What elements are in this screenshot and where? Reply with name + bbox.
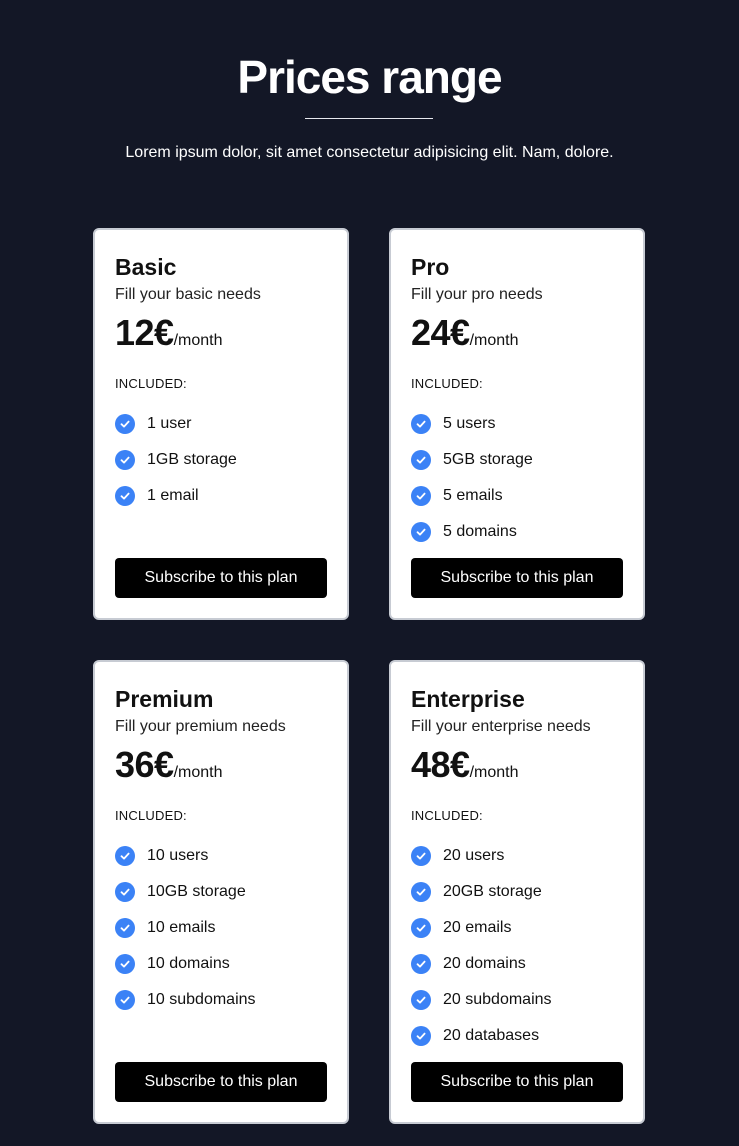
- feature-label: 10 emails: [147, 919, 216, 936]
- price-period: /month: [173, 332, 223, 349]
- feature-item: 5 emails: [411, 478, 533, 514]
- subscribe-button[interactable]: Subscribe to this plan: [115, 1062, 327, 1102]
- price-amount: 48€: [411, 744, 470, 785]
- included-label: INCLUDED:: [411, 808, 483, 823]
- price-amount: 24€: [411, 312, 470, 353]
- feature-list: 20 users 20GB storage 20 emails 20 domai…: [411, 838, 552, 1054]
- feature-label: 5GB storage: [443, 451, 533, 468]
- plan-name: Basic: [115, 254, 177, 280]
- plan-description: Fill your enterprise needs: [411, 718, 591, 735]
- feature-list: 5 users 5GB storage 5 emails 5 domains: [411, 406, 533, 550]
- check-circle-icon: [411, 882, 431, 902]
- check-circle-icon: [115, 918, 135, 938]
- plan-name: Enterprise: [411, 686, 525, 712]
- feature-item: 5 users: [411, 406, 533, 442]
- page-subtitle: Lorem ipsum dolor, sit amet consectetur …: [125, 144, 614, 161]
- plan-description: Fill your pro needs: [411, 286, 543, 303]
- title-divider: [305, 118, 433, 119]
- check-circle-icon: [411, 846, 431, 866]
- feature-label: 20 databases: [443, 1027, 540, 1044]
- check-circle-icon: [115, 414, 135, 434]
- feature-label: 10GB storage: [147, 883, 246, 900]
- feature-item: 10 users: [115, 838, 256, 874]
- check-circle-icon: [411, 450, 431, 470]
- feature-label: 10 domains: [147, 955, 230, 972]
- plan-name: Pro: [411, 254, 450, 280]
- check-circle-icon: [115, 486, 135, 506]
- feature-item: 1 email: [115, 478, 237, 514]
- plan-description: Fill your premium needs: [115, 718, 286, 735]
- plan-card-enterprise: Enterprise Fill your enterprise needs 48…: [389, 660, 645, 1124]
- check-circle-icon: [411, 990, 431, 1010]
- subscribe-button[interactable]: Subscribe to this plan: [115, 558, 327, 598]
- check-circle-icon: [411, 486, 431, 506]
- feature-label: 5 emails: [443, 487, 503, 504]
- feature-item: 1 user: [115, 406, 237, 442]
- feature-label: 5 domains: [443, 523, 517, 540]
- feature-item: 5 domains: [411, 514, 533, 550]
- check-circle-icon: [115, 990, 135, 1010]
- feature-label: 20 domains: [443, 955, 526, 972]
- check-circle-icon: [411, 522, 431, 542]
- pricing-page: Prices range Lorem ipsum dolor, sit amet…: [0, 0, 739, 1146]
- feature-item: 20 subdomains: [411, 982, 552, 1018]
- plan-price: 24€/month: [411, 313, 519, 361]
- feature-item: 10 domains: [115, 946, 256, 982]
- check-circle-icon: [115, 846, 135, 866]
- check-circle-icon: [411, 414, 431, 434]
- plan-card-pro: Pro Fill your pro needs 24€/month INCLUD…: [389, 228, 645, 620]
- feature-item: 20 domains: [411, 946, 552, 982]
- feature-label: 1 user: [147, 415, 192, 432]
- plan-description: Fill your basic needs: [115, 286, 261, 303]
- subscribe-button[interactable]: Subscribe to this plan: [411, 558, 623, 598]
- feature-item: 10 subdomains: [115, 982, 256, 1018]
- feature-label: 20GB storage: [443, 883, 542, 900]
- plan-card-basic: Basic Fill your basic needs 12€/month IN…: [93, 228, 349, 620]
- feature-label: 5 users: [443, 415, 496, 432]
- feature-label: 20 subdomains: [443, 991, 552, 1008]
- check-circle-icon: [115, 450, 135, 470]
- plan-card-premium: Premium Fill your premium needs 36€/mont…: [93, 660, 349, 1124]
- feature-item: 20 emails: [411, 910, 552, 946]
- feature-item: 20 databases: [411, 1018, 552, 1054]
- price-period: /month: [469, 332, 519, 349]
- feature-list: 10 users 10GB storage 10 emails 10 domai…: [115, 838, 256, 1018]
- plan-price: 48€/month: [411, 745, 519, 793]
- feature-label: 10 users: [147, 847, 209, 864]
- check-circle-icon: [115, 882, 135, 902]
- page-title: Prices range: [237, 51, 502, 103]
- feature-item: 10 emails: [115, 910, 256, 946]
- plan-name: Premium: [115, 686, 214, 712]
- feature-label: 20 users: [443, 847, 505, 864]
- check-circle-icon: [411, 954, 431, 974]
- feature-item: 20GB storage: [411, 874, 552, 910]
- included-label: INCLUDED:: [115, 376, 187, 391]
- feature-item: 20 users: [411, 838, 552, 874]
- check-circle-icon: [115, 954, 135, 974]
- feature-label: 1GB storage: [147, 451, 237, 468]
- feature-item: 5GB storage: [411, 442, 533, 478]
- feature-label: 20 emails: [443, 919, 512, 936]
- included-label: INCLUDED:: [411, 376, 483, 391]
- check-circle-icon: [411, 1026, 431, 1046]
- price-period: /month: [469, 764, 519, 781]
- price-amount: 36€: [115, 744, 174, 785]
- feature-item: 1GB storage: [115, 442, 237, 478]
- feature-list: 1 user 1GB storage 1 email: [115, 406, 237, 514]
- feature-item: 10GB storage: [115, 874, 256, 910]
- plan-price: 12€/month: [115, 313, 223, 361]
- price-period: /month: [173, 764, 223, 781]
- feature-label: 10 subdomains: [147, 991, 256, 1008]
- included-label: INCLUDED:: [115, 808, 187, 823]
- subscribe-button[interactable]: Subscribe to this plan: [411, 1062, 623, 1102]
- feature-label: 1 email: [147, 487, 199, 504]
- price-amount: 12€: [115, 312, 174, 353]
- plan-price: 36€/month: [115, 745, 223, 793]
- check-circle-icon: [411, 918, 431, 938]
